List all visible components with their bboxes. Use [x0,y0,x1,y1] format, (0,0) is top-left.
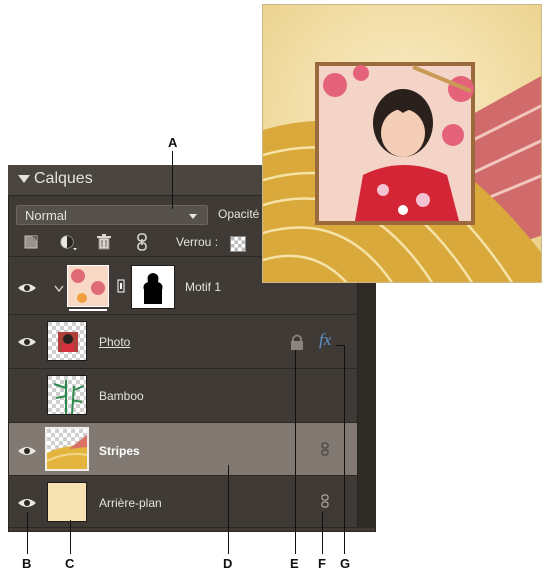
new-layer-icon[interactable] [24,235,38,249]
blend-mode-value: Normal [25,208,67,223]
eye-icon[interactable] [17,496,37,510]
leader-line-d [228,465,229,554]
callout-a: A [168,135,178,150]
leader-line-e [295,350,296,554]
leader-line-b [27,512,28,554]
panel-title: Calques [34,170,93,187]
eye-slot-hidden[interactable] [17,387,37,401]
chain-icon[interactable] [321,442,329,456]
trash-icon[interactable] [96,234,112,250]
leader-line-c [70,520,71,554]
bamboo-leaves-icon [53,380,85,414]
callout-g: G [340,556,351,571]
collapse-triangle-icon[interactable] [18,175,30,183]
mask-thumbnail[interactable] [131,265,175,309]
layer-row-background[interactable]: Arrière-plan [9,475,357,528]
mask-link-icon[interactable] [117,279,125,293]
blend-mode-select[interactable]: Normal [16,205,208,225]
lock-icon [291,334,303,350]
bamboo-thumbnail[interactable] [47,375,87,415]
lock-transparency-checkerboard-icon[interactable] [230,236,246,252]
eye-icon[interactable] [17,444,37,458]
composite-artwork-image [263,5,541,282]
callout-e: E [290,556,299,571]
clip-arrow-icon [54,285,64,293]
leader-line-g-tick [336,345,345,346]
chevron-down-icon [189,214,197,219]
opacity-label: Opacité [218,207,260,221]
panel-scrollbar[interactable] [357,256,376,528]
adjustment-layer-icon[interactable] [60,235,78,251]
layer-row-photo[interactable]: Photo fx [9,314,357,368]
leader-line-a [172,151,173,209]
leader-line-f [322,512,323,554]
layer-name[interactable]: Arrière-plan [99,496,162,510]
eye-icon[interactable] [17,281,37,295]
silhouette-mask-icon [143,273,163,304]
leader-line-g [344,345,345,554]
lock-label: Verrou : [176,235,219,249]
clip-indicator [69,309,107,311]
photo-thumbnail[interactable] [47,321,87,361]
layer-name[interactable]: Bamboo [99,389,144,403]
link-layers-icon[interactable] [137,233,147,251]
photo-thumbnail-image-icon [58,332,78,352]
layer-row-bamboo[interactable]: Bamboo [9,368,357,422]
eye-icon[interactable] [17,335,37,349]
layer-row-stripes[interactable]: Stripes [9,422,357,475]
callout-f: F [318,556,326,571]
document-canvas[interactable] [262,4,542,283]
callout-d: D [223,556,233,571]
layer-name[interactable]: Photo [99,335,130,349]
fx-icon[interactable]: fx [319,330,331,350]
layer-name[interactable]: Stripes [99,444,140,458]
callout-c: C [65,556,75,571]
chain-icon[interactable] [321,494,329,508]
layer-name[interactable]: Motif 1 [185,280,221,294]
flower-pattern-thumbnail-icon [68,266,108,306]
stripes-pattern-icon [47,435,87,469]
callout-b: B [22,556,32,571]
background-thumbnail[interactable] [47,482,87,522]
stripes-thumbnail[interactable] [45,427,89,471]
motif-thumbnail[interactable] [67,265,109,307]
